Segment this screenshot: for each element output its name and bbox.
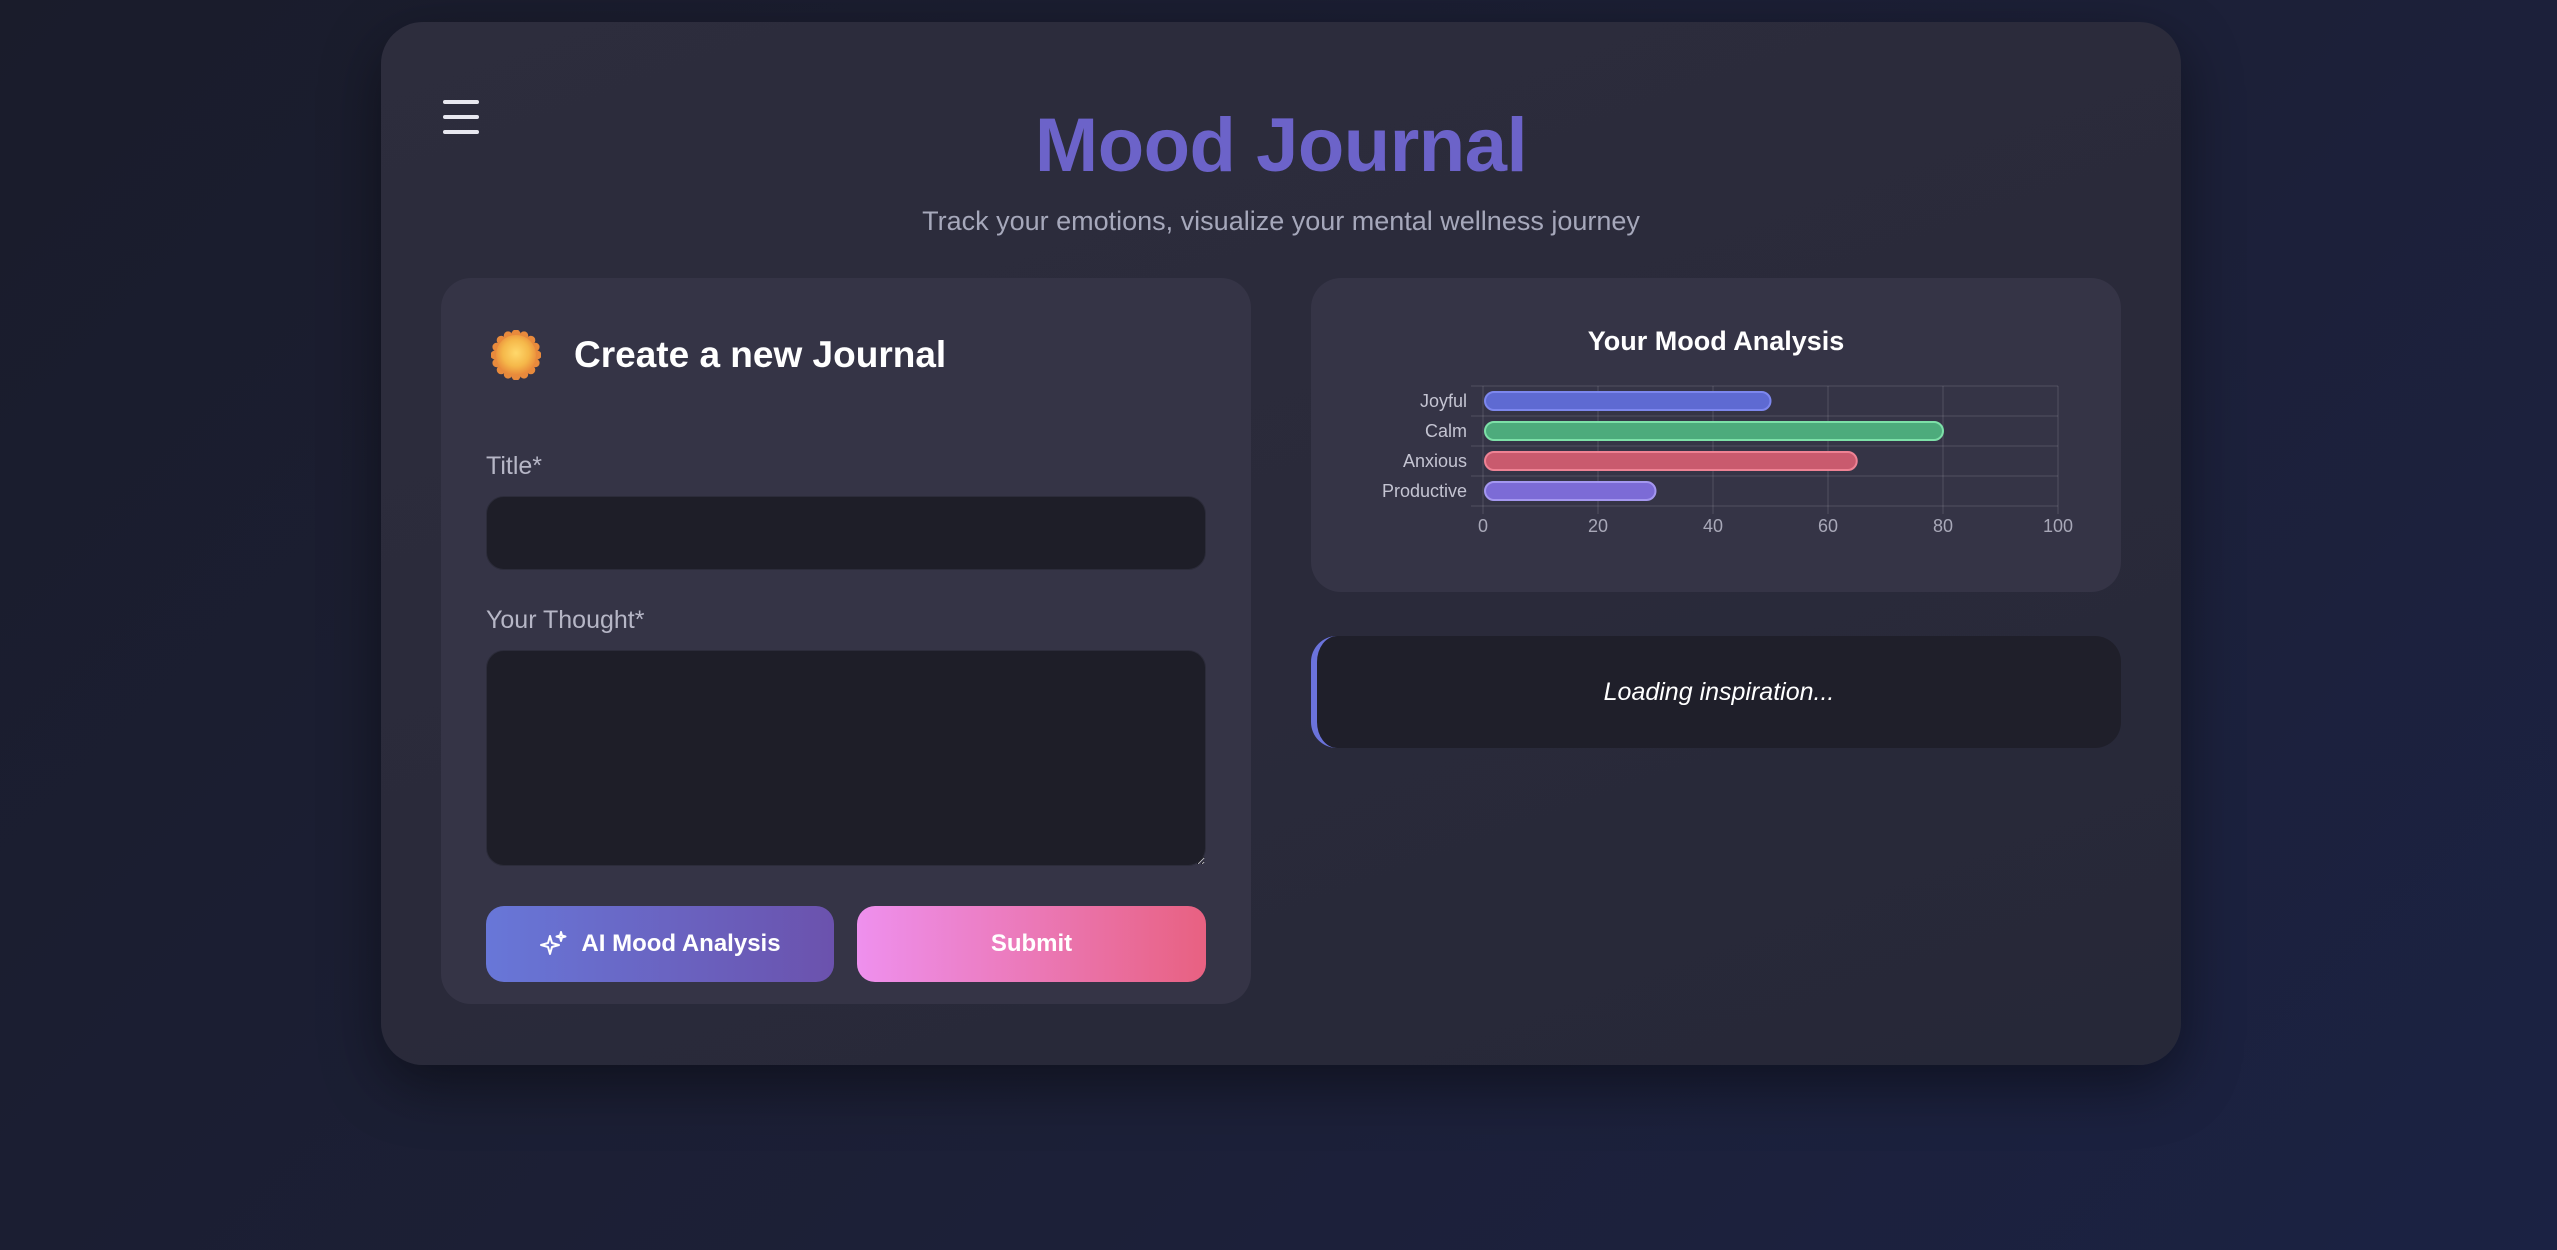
y-tick-label: Calm	[1425, 421, 1467, 441]
inspiration-quote-box: Loading inspiration...	[1311, 636, 2121, 748]
thought-label: Your Thought*	[486, 606, 645, 634]
bar-joyful	[1484, 391, 1772, 411]
y-tick-label: Joyful	[1420, 391, 1467, 411]
thought-textarea[interactable]	[486, 650, 1206, 866]
bar-calm	[1484, 421, 1944, 441]
x-tick-label: 100	[2043, 516, 2073, 536]
title-label: Title*	[486, 452, 543, 480]
form-heading: Create a new Journal	[574, 334, 947, 375]
y-tick-label: Anxious	[1403, 451, 1467, 471]
x-tick-label: 0	[1478, 516, 1488, 536]
ai-mood-analysis-button[interactable]: AI Mood Analysis	[486, 906, 834, 982]
ai-button-label: AI Mood Analysis	[581, 930, 781, 957]
title-input[interactable]	[486, 496, 1206, 570]
x-tick-label: 20	[1588, 516, 1608, 536]
mood-chart: Your Mood Analysis 0 20 40 60 80 100 Joyful Calm…	[1382, 326, 2073, 536]
submit-button-label: Submit	[990, 930, 1073, 957]
bar-anxious	[1484, 451, 1858, 471]
app-card: Mood Journal Track your emotions, visual…	[381, 22, 2181, 1065]
x-tick-label: 40	[1703, 516, 1723, 536]
x-tick-label: 60	[1818, 516, 1838, 536]
page-title: Mood Journal	[1034, 103, 1528, 188]
sun-icon	[491, 330, 541, 380]
bar-productive	[1484, 481, 1657, 501]
journal-form-panel: Create a new Journal Title* Your Thought…	[441, 278, 1251, 1004]
sparkle-icon	[540, 931, 567, 955]
x-tick-label: 80	[1933, 516, 1953, 536]
y-tick-label: Productive	[1382, 481, 1467, 501]
chart-title: Your Mood Analysis	[1588, 326, 1845, 356]
mood-chart-panel: Your Mood Analysis 0 20 40 60 80 100 Joyful Calm…	[1311, 278, 2121, 592]
inspiration-quote-text: Loading inspiration...	[1603, 677, 1835, 706]
submit-button[interactable]: Submit	[857, 906, 1206, 982]
page-subtitle: Track your emotions, visualize your ment…	[922, 206, 1640, 236]
